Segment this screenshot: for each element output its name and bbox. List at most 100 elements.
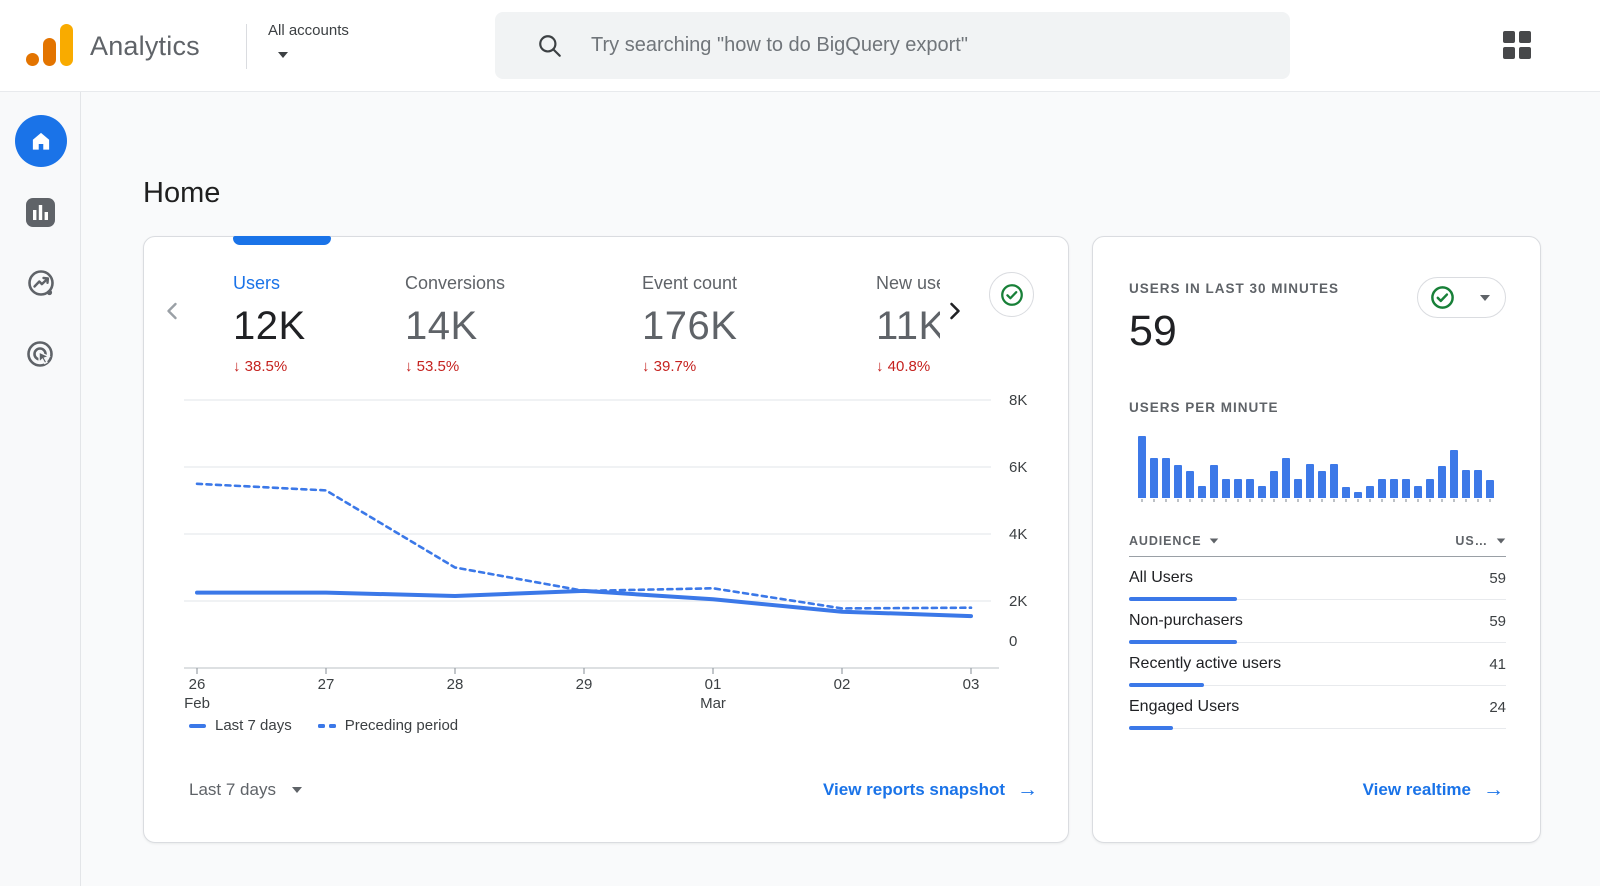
sidebar-item-explore[interactable]	[0, 267, 81, 301]
minute-tick	[1354, 499, 1362, 502]
audience-name: All Users	[1129, 569, 1193, 587]
metric-value: 11K	[876, 305, 940, 348]
sort-caret-icon	[1497, 538, 1506, 543]
minute-tick	[1414, 499, 1422, 502]
header-label: US…	[1455, 534, 1488, 548]
grid-square	[1519, 31, 1531, 43]
search-icon	[537, 33, 563, 59]
search-input[interactable]	[589, 33, 1229, 58]
grid-square	[1503, 47, 1515, 59]
minute-bar	[1390, 479, 1398, 498]
legend-label: Preceding period	[345, 717, 458, 734]
audience-table: All Users 59 Non-purchasers 59 Recently …	[1129, 557, 1506, 729]
home-icon	[28, 128, 54, 154]
metric-new-users[interactable]: New users 11K ↓ 40.8%	[876, 273, 940, 375]
metric-delta-down: ↓ 38.5%	[233, 358, 306, 375]
minute-tick	[1198, 499, 1206, 502]
metric-users[interactable]: Users 12K ↓ 38.5%	[233, 273, 306, 375]
audience-users: 59	[1489, 570, 1506, 587]
minute-bar	[1222, 479, 1230, 498]
metric-event-count[interactable]: Event count 176K ↓ 39.7%	[642, 273, 737, 375]
sidebar-item-advertising[interactable]	[0, 338, 81, 372]
minute-tick	[1270, 499, 1278, 502]
audience-name: Engaged Users	[1129, 698, 1239, 716]
solid-line-swatch	[189, 724, 206, 728]
metrics-scroll-right-button[interactable]	[942, 299, 966, 323]
audience-users: 59	[1489, 613, 1506, 630]
minute-bar	[1210, 465, 1218, 498]
x-axis-label: 28	[447, 676, 464, 693]
minute-tick	[1234, 499, 1242, 502]
view-realtime-link[interactable]: View realtime →	[1363, 778, 1504, 802]
legend-preceding-period: Preceding period	[318, 717, 458, 734]
audience-sort-header[interactable]: AUDIENCE	[1129, 534, 1219, 548]
account-selector[interactable]: All accounts	[268, 22, 398, 72]
search-bar[interactable]	[495, 12, 1290, 79]
minute-tick	[1186, 499, 1194, 502]
realtime-title: USERS IN LAST 30 MINUTES	[1129, 281, 1339, 296]
sidebar-item-reports[interactable]	[0, 196, 81, 229]
minute-bar	[1150, 458, 1158, 498]
chevron-down-icon	[278, 52, 288, 58]
minute-tick	[1318, 499, 1326, 502]
minute-tick	[1426, 499, 1434, 502]
minute-bar	[1342, 487, 1350, 498]
metric-label: New users	[876, 273, 940, 294]
minute-bar	[1258, 486, 1266, 498]
realtime-card: USERS IN LAST 30 MINUTES 59 USERS PER MI…	[1092, 236, 1541, 843]
data-quality-badge[interactable]	[989, 272, 1034, 317]
minute-tick	[1138, 499, 1146, 502]
minute-tick	[1174, 499, 1182, 502]
x-axis-label: 01	[705, 676, 722, 693]
date-range-selector[interactable]: Last 7 days	[189, 780, 302, 800]
users-trend-chart: 02K4K6K8K26Feb27282901Mar0203	[144, 392, 1070, 717]
reports-icon	[24, 196, 57, 229]
date-range-label: Last 7 days	[189, 780, 276, 800]
minute-bar	[1186, 471, 1194, 498]
minute-tick	[1342, 499, 1350, 502]
minute-bar	[1282, 458, 1290, 498]
metric-value: 14K	[405, 305, 505, 348]
minute-bar	[1426, 479, 1434, 498]
minute-bar	[1486, 480, 1494, 498]
apps-grid-icon[interactable]	[1503, 31, 1531, 59]
users-per-minute-chart	[1138, 436, 1494, 498]
minute-bar	[1162, 458, 1170, 498]
link-label: View realtime	[1363, 780, 1471, 800]
minute-tick	[1450, 499, 1458, 502]
dashed-line-swatch	[318, 724, 336, 728]
minute-tick	[1222, 499, 1230, 502]
chevron-down-icon	[292, 787, 302, 793]
audience-row[interactable]: Engaged Users 24	[1129, 686, 1506, 729]
check-circle-icon	[1429, 284, 1456, 311]
x-axis-label: 02	[834, 676, 851, 693]
top-bar: Analytics All accounts	[0, 0, 1600, 92]
users-sort-header[interactable]: US…	[1455, 534, 1506, 548]
audience-users: 24	[1489, 699, 1506, 716]
active-metric-tab-indicator	[233, 236, 331, 245]
audience-name: Non-purchasers	[1129, 612, 1243, 630]
audience-row[interactable]: Non-purchasers 59	[1129, 600, 1506, 643]
sidebar-item-home[interactable]	[0, 115, 81, 167]
metrics-scroll-left-button[interactable]	[161, 299, 185, 323]
minute-tick	[1378, 499, 1386, 502]
minute-bar	[1174, 465, 1182, 498]
left-sidebar	[0, 92, 81, 886]
view-reports-snapshot-link[interactable]: View reports snapshot →	[823, 778, 1038, 802]
minute-bar	[1366, 486, 1374, 498]
metric-conversions[interactable]: Conversions 14K ↓ 53.5%	[405, 273, 505, 375]
audience-name: Recently active users	[1129, 655, 1281, 673]
overview-card: Users 12K ↓ 38.5% Conversions 14K ↓ 53.5…	[143, 236, 1069, 843]
realtime-status-selector[interactable]	[1417, 277, 1506, 318]
x-axis-label: 27	[318, 676, 335, 693]
grid-square	[1503, 31, 1515, 43]
audience-row[interactable]: All Users 59	[1129, 557, 1506, 600]
x-axis-sublabel: Mar	[700, 695, 726, 712]
home-active-circle	[15, 115, 67, 167]
minute-tick	[1210, 499, 1218, 502]
audience-users: 41	[1489, 656, 1506, 673]
minute-bar	[1246, 479, 1254, 498]
audience-row[interactable]: Recently active users 41	[1129, 643, 1506, 686]
minute-bar	[1450, 450, 1458, 498]
advertising-icon	[24, 338, 58, 372]
